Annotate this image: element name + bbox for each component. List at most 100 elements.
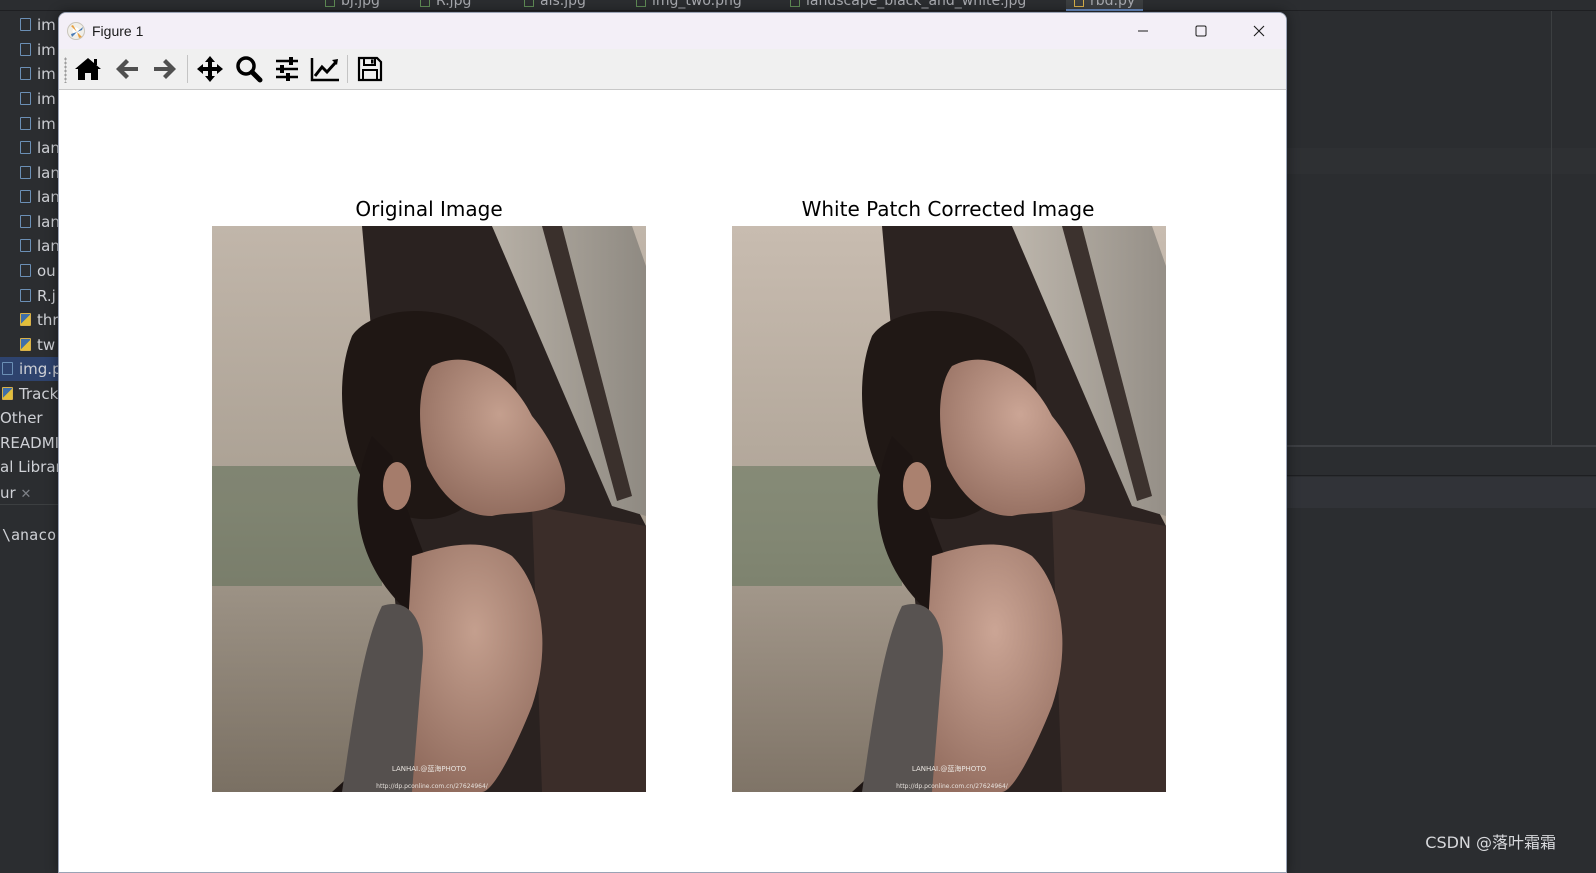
pan-button[interactable]	[193, 53, 227, 85]
image-file-icon	[20, 18, 31, 31]
tree-item[interactable]: im	[20, 62, 60, 86]
arrow-left-icon	[116, 59, 138, 79]
portrait-photo-original: LANHAI.@蓝海PHOTO http://dp.pconline.com.c…	[212, 226, 646, 792]
tree-item-selected[interactable]: img.p	[0, 357, 60, 381]
ide-tab-bar: bj.jpg R.jpg als.jpg img_two.png landsca…	[0, 0, 1596, 11]
line-chart-icon	[310, 58, 339, 82]
image-file-icon	[325, 0, 335, 7]
figure-window: Figure 1 Original Image LANHAI.@蓝海PHOTO …	[58, 12, 1287, 873]
watermark: CSDN @落叶霜霜	[1425, 833, 1556, 852]
photo-credit-text: LANHAI.@蓝海PHOTO	[912, 764, 987, 773]
arrow-right-icon	[154, 59, 176, 79]
toolbar-separator	[187, 55, 188, 83]
subplot-title-original: Original Image	[355, 197, 503, 221]
toolbar-separator	[347, 55, 348, 83]
image-axes-corrected[interactable]: LANHAI.@蓝海PHOTO http://dp.pconline.com.c…	[732, 226, 1166, 792]
tool-window-header	[1287, 447, 1596, 476]
image-file-icon	[20, 239, 31, 252]
tree-item[interactable]: lan	[20, 136, 60, 160]
zoom-icon	[236, 56, 263, 83]
home-button[interactable]	[71, 53, 105, 85]
image-file-icon	[2, 362, 13, 375]
move-icon	[197, 56, 223, 82]
save-button[interactable]	[353, 53, 387, 85]
photo-credit-text: LANHAI.@蓝海PHOTO	[392, 764, 467, 773]
image-file-icon	[420, 0, 430, 7]
home-icon	[75, 58, 101, 80]
tree-item[interactable]: READMI	[0, 431, 60, 455]
portrait-photo-corrected: LANHAI.@蓝海PHOTO http://dp.pconline.com.c…	[732, 226, 1166, 792]
image-file-icon	[20, 215, 31, 228]
terminal-output: \anaco	[2, 526, 57, 544]
python-file-icon	[20, 313, 31, 326]
image-file-icon	[524, 0, 534, 7]
close-icon[interactable]: ✕	[20, 487, 31, 502]
tool-window-tabs	[1287, 477, 1596, 508]
forward-button[interactable]	[148, 53, 182, 85]
ide-tab[interactable]: landscape_black_and_white.jpg	[790, 0, 1026, 11]
maximize-button[interactable]	[1172, 13, 1230, 49]
project-tree-panel: im im im im im lan lan lan lan lan ou R.…	[0, 11, 60, 873]
tree-item[interactable]: im	[20, 13, 60, 37]
python-file-icon	[20, 338, 31, 351]
window-titlebar[interactable]: Figure 1	[59, 13, 1286, 49]
image-file-icon	[20, 43, 31, 56]
image-file-icon	[790, 0, 800, 7]
image-file-icon	[20, 289, 31, 302]
run-tab[interactable]: ur ✕	[0, 481, 60, 505]
image-file-icon	[20, 166, 31, 179]
tree-item[interactable]: Track	[0, 382, 60, 406]
ide-tab[interactable]: R.jpg	[420, 0, 471, 11]
image-file-icon	[20, 92, 31, 105]
ide-tab-active[interactable]: rbd.py	[1066, 0, 1144, 11]
figure-canvas[interactable]: Original Image LANHAI.@蓝海PHOTO http://dp…	[59, 91, 1286, 872]
subplot-title-corrected: White Patch Corrected Image	[801, 197, 1095, 221]
editor-right-margin	[1551, 11, 1552, 445]
image-axes-original[interactable]: LANHAI.@蓝海PHOTO http://dp.pconline.com.c…	[212, 226, 646, 792]
tree-item[interactable]: lan	[20, 161, 60, 185]
window-title: Figure 1	[92, 23, 144, 39]
tree-item[interactable]: ou	[20, 259, 60, 283]
floppy-disk-icon	[357, 56, 383, 82]
close-button[interactable]	[1230, 13, 1286, 49]
image-file-icon	[20, 67, 31, 80]
tree-item[interactable]: lan	[20, 185, 60, 209]
minimize-button[interactable]	[1114, 13, 1172, 49]
tree-item[interactable]: Other	[0, 406, 60, 430]
tree-item[interactable]: R.j	[20, 284, 60, 308]
matplotlib-app-icon	[67, 22, 85, 40]
python-file-icon	[2, 387, 13, 400]
zoom-button[interactable]	[232, 53, 266, 85]
sliders-icon	[276, 57, 298, 81]
photo-url-text: http://dp.pconline.com.cn/27624964/	[376, 783, 489, 790]
tree-item[interactable]: lan	[20, 234, 60, 258]
python-file-icon	[1074, 0, 1084, 7]
close-icon	[1253, 25, 1265, 37]
tree-item[interactable]: im	[20, 38, 60, 62]
customize-button[interactable]	[308, 53, 342, 85]
editor-current-line	[1287, 148, 1596, 174]
tree-item[interactable]: al Librari	[0, 455, 60, 479]
subplots-button[interactable]	[270, 53, 304, 85]
tree-item[interactable]: tw	[20, 333, 60, 357]
back-button[interactable]	[110, 53, 144, 85]
tree-item[interactable]: im	[20, 87, 60, 111]
image-file-icon	[636, 0, 646, 7]
tree-item[interactable]: lan	[20, 210, 60, 234]
maximize-icon	[1195, 25, 1207, 37]
image-file-icon	[20, 141, 31, 154]
ide-tab[interactable]: img_two.png	[636, 0, 742, 11]
minimize-icon	[1138, 30, 1148, 32]
toolbar-grip	[64, 57, 67, 83]
navigation-toolbar	[59, 49, 1286, 90]
ide-editor-right	[1287, 11, 1596, 873]
tree-item[interactable]: thr	[20, 308, 60, 332]
image-file-icon	[20, 117, 31, 130]
terminal-area	[1287, 508, 1596, 873]
ide-tab[interactable]: als.jpg	[524, 0, 586, 11]
unknown-file-icon	[20, 264, 31, 277]
tree-item[interactable]: im	[20, 112, 60, 136]
photo-url-text: http://dp.pconline.com.cn/27624964/	[896, 783, 1009, 790]
ide-tab[interactable]: bj.jpg	[325, 0, 380, 11]
image-file-icon	[20, 190, 31, 203]
